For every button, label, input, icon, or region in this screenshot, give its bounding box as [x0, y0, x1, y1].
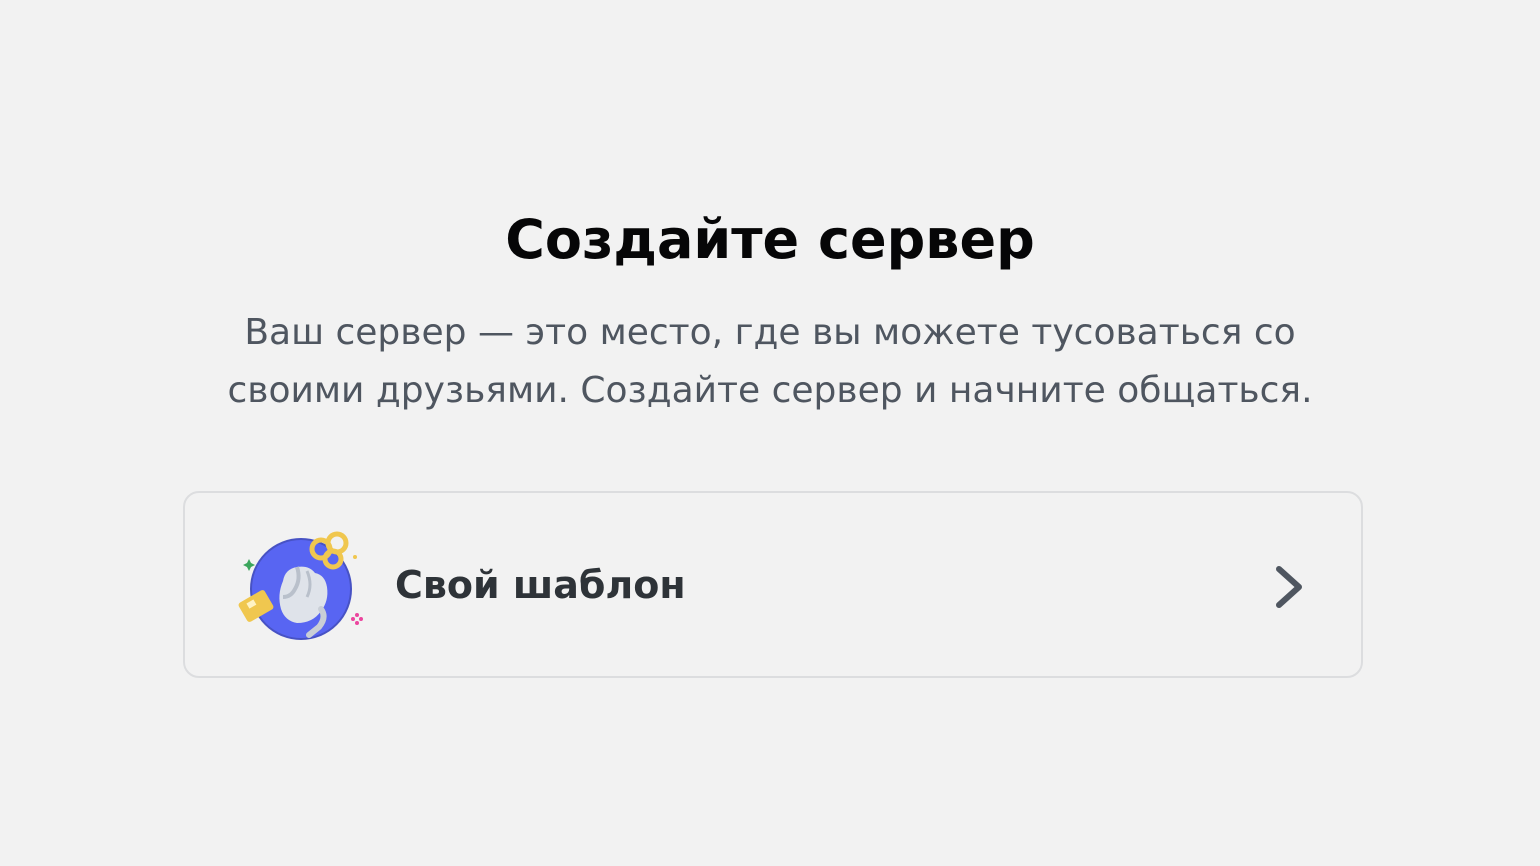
page-title: Создайте сервер	[505, 208, 1035, 271]
option-label: Свой шаблон	[395, 563, 686, 607]
chevron-right-icon	[1276, 566, 1302, 608]
subtitle-line-1: Ваш сервер — это место, где вы можете ту…	[244, 312, 1296, 353]
create-own-server-icon	[238, 531, 363, 640]
create-server-modal: Создайте сервер Ваш сервер — это место, …	[0, 0, 1540, 866]
subtitle-line-2: своими друзьями. Создайте сервер и начни…	[227, 370, 1313, 411]
create-own-option-button[interactable]: Свой шаблон	[183, 491, 1363, 678]
page-subtitle: Ваш сервер — это место, где вы можете ту…	[170, 304, 1370, 420]
